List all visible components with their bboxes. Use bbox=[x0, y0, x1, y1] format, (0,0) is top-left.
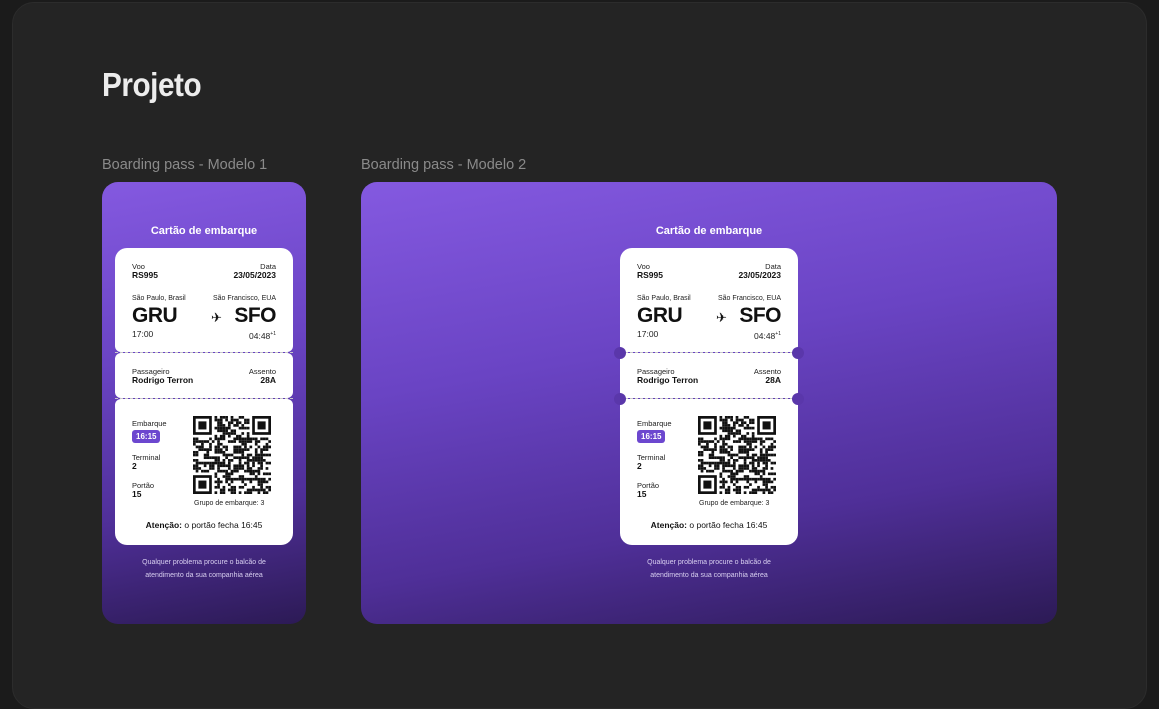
attention-note: Atenção: o portão fecha 16:45 bbox=[650, 520, 768, 530]
attention-note: Atenção: o portão fecha 16:45 bbox=[145, 520, 263, 530]
section-label-modelo-2[interactable]: Boarding pass - Modelo 2 bbox=[361, 157, 526, 173]
qr-code-icon bbox=[698, 416, 776, 494]
boarding-label: Embarque bbox=[637, 419, 672, 428]
flight-number: RS995 bbox=[637, 270, 663, 280]
seat-number: 28A bbox=[260, 375, 276, 385]
terminal-value: 2 bbox=[637, 461, 642, 471]
flight-card: Voo RS995 Data 23/05/2023 São Paulo, Bra… bbox=[115, 248, 293, 352]
qr-code-icon bbox=[193, 416, 271, 494]
gate-value: 15 bbox=[637, 489, 647, 499]
passenger-name: Rodrigo Terron bbox=[637, 375, 699, 385]
origin-city: São Paulo, Brasil bbox=[132, 295, 186, 302]
destination-city: São Francisco, EUA bbox=[717, 295, 781, 302]
ticket-notch bbox=[792, 393, 804, 405]
footnote: Qualquer problema procure o balcão de ate… bbox=[647, 559, 771, 579]
boarding-time-badge: 16:15 bbox=[132, 430, 161, 443]
flight-date: 23/05/2023 bbox=[233, 270, 276, 280]
departure-time: 17:00 bbox=[637, 329, 659, 339]
boarding-label: Embarque bbox=[132, 419, 167, 428]
ticket-notch bbox=[792, 347, 804, 359]
flight-date: 23/05/2023 bbox=[738, 270, 781, 280]
footnote: Qualquer problema procure o balcão de ate… bbox=[142, 559, 266, 579]
boarding-pass-frame-1[interactable]: Cartão de embarque Voo RS995 Data 23/05/… bbox=[102, 182, 306, 624]
seat-number: 28A bbox=[765, 375, 781, 385]
arrival-time: 04:48+1 bbox=[754, 330, 781, 341]
boarding-pass: Cartão de embarque Voo RS995 Data 23/05/… bbox=[607, 182, 811, 624]
boarding-pass: Cartão de embarque Voo RS995 Data 23/05/… bbox=[102, 182, 306, 624]
origin-code: GRU bbox=[637, 304, 683, 327]
ticket-notch bbox=[614, 393, 626, 405]
departure-time: 17:00 bbox=[132, 329, 154, 339]
page-title: Projeto bbox=[102, 66, 202, 103]
flight-number: RS995 bbox=[132, 270, 158, 280]
ticket-notch bbox=[614, 347, 626, 359]
pass-title: Cartão de embarque bbox=[150, 225, 258, 237]
arrival-time: 04:48+1 bbox=[249, 330, 276, 341]
passenger-card: Passageiro Rodrigo Terron Assento 28A bbox=[115, 353, 293, 398]
terminal-value: 2 bbox=[132, 461, 137, 471]
section-label-modelo-1[interactable]: Boarding pass - Modelo 1 bbox=[102, 157, 267, 173]
gate-value: 15 bbox=[132, 489, 142, 499]
destination-code: SFO bbox=[739, 304, 781, 327]
airplane-icon: ✈ bbox=[716, 310, 727, 325]
passenger-card: Passageiro Rodrigo Terron Assento 28A bbox=[620, 353, 798, 398]
destination-city: São Francisco, EUA bbox=[212, 295, 276, 302]
passenger-name: Rodrigo Terron bbox=[132, 375, 194, 385]
flight-card: Voo RS995 Data 23/05/2023 São Paulo, Bra… bbox=[620, 248, 798, 352]
destination-code: SFO bbox=[234, 304, 276, 327]
origin-code: GRU bbox=[132, 304, 178, 327]
boarding-group: Grupo de embarque: 3 bbox=[699, 500, 770, 507]
boarding-pass-frame-2[interactable]: Cartão de embarque Voo RS995 Data 23/05/… bbox=[361, 182, 1057, 624]
origin-city: São Paulo, Brasil bbox=[637, 295, 691, 302]
airplane-icon: ✈ bbox=[211, 310, 222, 325]
pass-title: Cartão de embarque bbox=[655, 225, 763, 237]
boarding-group: Grupo de embarque: 3 bbox=[194, 500, 265, 507]
boarding-time-badge: 16:15 bbox=[637, 430, 666, 443]
